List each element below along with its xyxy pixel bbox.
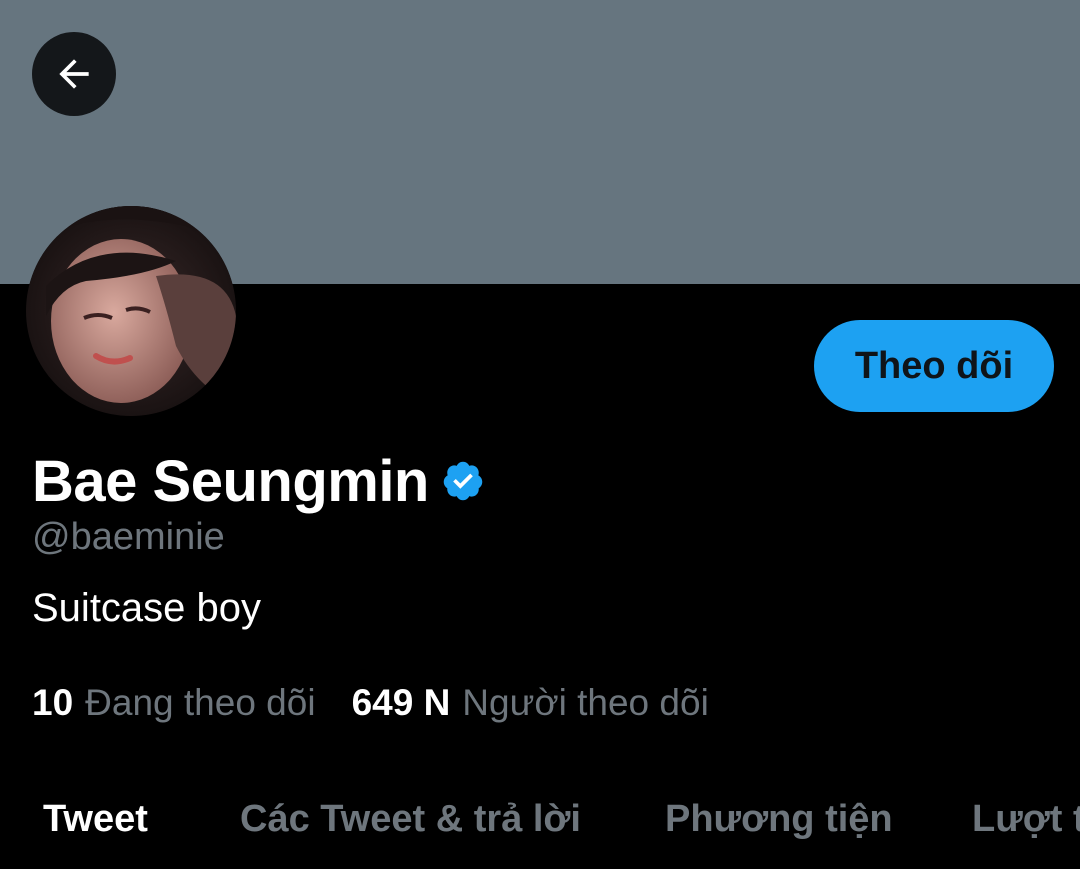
avatar[interactable] [26,206,236,416]
verified-badge-icon [443,461,483,501]
tab-tweet[interactable]: Tweet [43,798,148,841]
following-label: Đang theo dõi [85,682,316,723]
following-stat[interactable]: 10 Đang theo dõi [32,682,316,724]
profile-tabs: Tweet Các Tweet & trả lời Phương tiện Lư… [0,790,1080,869]
followers-label: Người theo dõi [462,682,709,723]
arrow-left-icon [59,59,89,89]
following-count: 10 [32,682,74,723]
follow-button[interactable]: Theo dõi [814,320,1054,412]
handle: @baeminie [32,516,225,558]
tab-media[interactable]: Phương tiện [665,798,893,841]
display-name: Bae Seungmin [32,448,429,514]
back-button[interactable] [32,32,116,116]
followers-stat[interactable]: 649 N Người theo dõi [352,682,709,724]
profile-stats: 10 Đang theo dõi 649 N Người theo dõi [32,682,709,724]
bio: Suitcase boy [32,586,262,630]
followers-count: 649 N [351,682,451,723]
profile-name-row: Bae Seungmin [32,446,485,516]
tab-likes[interactable]: Lượt thích [972,798,1080,841]
tab-tweets-and-replies[interactable]: Các Tweet & trả lời [240,798,581,841]
profile-photo [26,206,236,416]
